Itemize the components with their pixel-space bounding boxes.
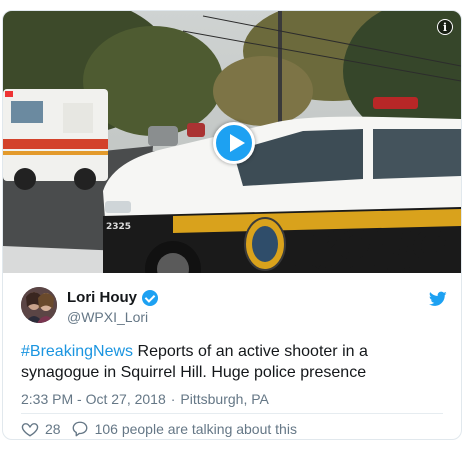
tweet-text: #BreakingNews Reports of an active shoot…: [21, 341, 441, 383]
author-handle[interactable]: @WPXI_Lori: [67, 309, 148, 325]
twitter-bird-icon[interactable]: [429, 291, 447, 307]
embedded-tweet-card: POLICE CITY OF PITTSBURGH 2325 i Lori Ho…: [2, 10, 462, 440]
hashtag-link[interactable]: #BreakingNews: [21, 343, 133, 360]
play-icon: [230, 134, 245, 152]
speech-bubble-icon: [72, 421, 88, 437]
talking-count-text: 106 people are talking about this: [94, 421, 297, 437]
tweet-location[interactable]: Pittsburgh, PA: [180, 391, 268, 407]
verified-badge-icon: [142, 289, 158, 306]
author-name-row[interactable]: Lori Houy: [67, 289, 158, 306]
heart-icon: [21, 423, 39, 437]
tweet-meta: 2:33 PM - Oct 27, 2018 · Pittsburgh, PA: [21, 391, 269, 407]
avatar[interactable]: [21, 287, 57, 323]
meta-separator: ·: [170, 391, 176, 407]
author-display-name[interactable]: Lori Houy: [67, 289, 137, 306]
like-count: 28: [45, 421, 61, 437]
play-button[interactable]: [213, 122, 255, 164]
tweet-author[interactable]: Lori Houy @WPXI_Lori: [21, 287, 451, 327]
video-thumbnail[interactable]: POLICE CITY OF PITTSBURGH 2325 i: [3, 11, 461, 273]
city-decal-text: CITY OF PITTSBURGH: [293, 263, 425, 273]
avatar-image: [21, 287, 57, 323]
like-action[interactable]: 28: [21, 420, 61, 438]
tweet-timestamp[interactable]: 2:33 PM - Oct 27, 2018: [21, 391, 166, 407]
info-icon[interactable]: i: [437, 19, 453, 35]
tweet-actions: 28 106 people are talking about this: [21, 420, 297, 438]
unit-number-text: 2325: [106, 222, 131, 232]
divider: [21, 413, 443, 414]
reply-action[interactable]: 106 people are talking about this: [71, 420, 297, 438]
